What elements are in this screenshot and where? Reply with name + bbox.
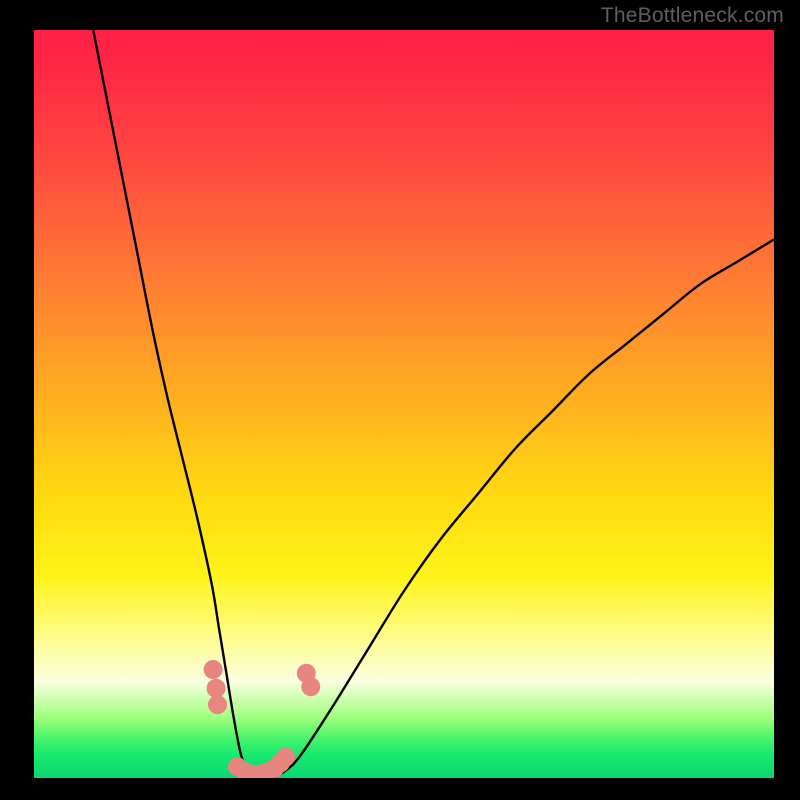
marker-dot xyxy=(204,660,223,679)
chart-frame: TheBottleneck.com xyxy=(0,0,800,800)
watermark-text: TheBottleneck.com xyxy=(601,4,784,28)
marker-dot xyxy=(207,679,226,698)
marker-dot xyxy=(208,695,227,714)
curve-layer xyxy=(34,30,774,778)
plot-area xyxy=(34,30,774,778)
bottleneck-curve xyxy=(93,30,774,778)
trough-markers xyxy=(204,660,321,778)
marker-dot xyxy=(301,677,320,696)
marker-dot xyxy=(276,748,295,767)
